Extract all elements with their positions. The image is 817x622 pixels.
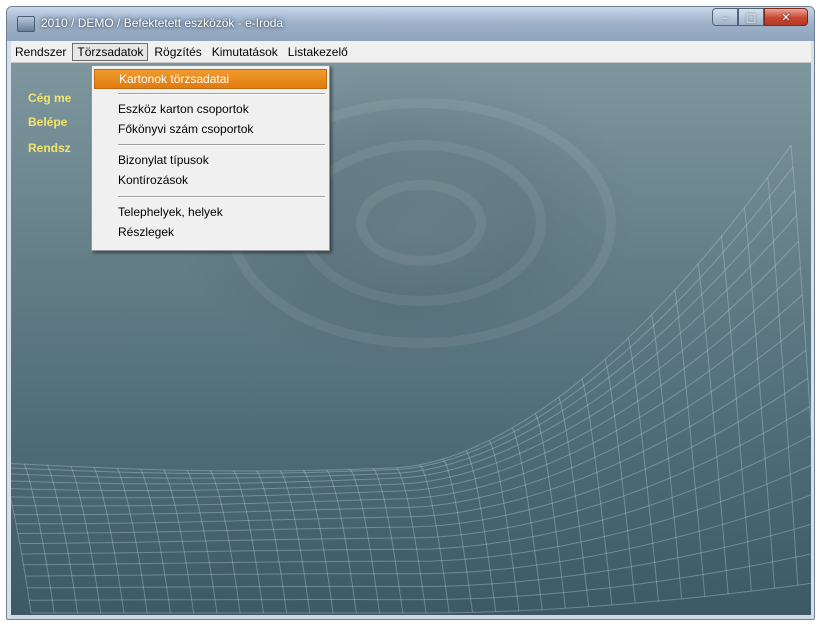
mesh-line: [534, 413, 566, 609]
menuitem-fokonyvi-szam-csoportok[interactable]: Főkönyvi szám csoportok: [94, 119, 327, 139]
mesh-line: [23, 463, 55, 614]
mesh-line: [11, 497, 32, 614]
menu-kimutatasok[interactable]: Kimutatások: [208, 43, 282, 61]
menu-rogzites[interactable]: Rögzítés: [150, 43, 205, 61]
minimize-button[interactable]: –: [712, 8, 738, 26]
menu-bar: Rendszer Törzsadatok Rögzítés Kimutatáso…: [11, 41, 811, 63]
minimize-icon: –: [722, 10, 728, 24]
mesh-line: [418, 464, 450, 613]
mesh-line: [12, 294, 803, 507]
mesh-line: [372, 468, 404, 614]
mesh-line: [767, 177, 799, 586]
menuitem-eszkoz-karton-csoportok[interactable]: Eszköz karton csoportok: [94, 99, 327, 119]
torzsadatok-dropdown-menu: Kartonok törzsadatai Eszköz karton csopo…: [91, 65, 330, 251]
mesh-line: [744, 207, 775, 589]
mesh-line: [233, 470, 264, 614]
app-window: 2010 / DEMO / Befektetett eszközök - e-I…: [6, 6, 815, 620]
menu-separator: [118, 93, 325, 95]
menu-separator: [118, 196, 325, 198]
mesh-line: [302, 470, 334, 614]
maximize-button[interactable]: □: [738, 8, 764, 26]
login-label: Belépe: [28, 115, 68, 129]
mesh-line: [326, 469, 357, 614]
mesh-line: [465, 450, 497, 612]
system-label: Rendsz: [28, 141, 71, 155]
title-bar[interactable]: 2010 / DEMO / Befektetett eszközök - e-I…: [7, 7, 814, 41]
mesh-line: [790, 145, 811, 434]
mesh-line: [186, 470, 218, 614]
menuitem-kartonok-torzsadatai[interactable]: Kartonok törzsadatai: [94, 69, 327, 89]
menuitem-kontirozasok[interactable]: Kontírozások: [94, 170, 327, 190]
mesh-line: [47, 465, 78, 614]
mesh-line: [349, 468, 380, 614]
company-label: Cég me: [28, 91, 72, 105]
menuitem-bizonylat-tipusok[interactable]: Bizonylat típusok: [94, 150, 327, 170]
menu-rendszer[interactable]: Rendszer: [11, 43, 70, 61]
menu-listakezelo[interactable]: Listakezelő: [284, 43, 352, 61]
mesh-line: [209, 470, 241, 614]
mesh-line: [29, 553, 811, 601]
menu-separator: [118, 144, 325, 146]
menu-torzsadatok[interactable]: Törzsadatok: [72, 42, 149, 61]
close-icon: ✕: [781, 10, 791, 24]
menuitem-reszlegek[interactable]: Részlegek: [94, 222, 327, 242]
mesh-line: [17, 377, 809, 534]
mesh-line: [720, 236, 752, 592]
mesh-line: [674, 290, 706, 597]
close-button[interactable]: ✕: [764, 8, 808, 26]
menuitem-telephelyek-helyek[interactable]: Telephelyek, helyek: [94, 202, 327, 222]
mesh-line: [256, 470, 288, 614]
window-controls: – □ ✕: [712, 8, 808, 26]
mesh-line: [70, 466, 102, 614]
mesh-line: [279, 470, 311, 614]
mesh-line: [14, 321, 805, 516]
mesh-line: [651, 314, 683, 599]
status-bar: [11, 615, 811, 619]
maximize-icon: □: [745, 10, 757, 24]
mesh-line: [93, 467, 125, 614]
app-icon[interactable]: [17, 16, 35, 32]
window-title: 2010 / DEMO / Befektetett eszközök - e-I…: [41, 16, 284, 30]
